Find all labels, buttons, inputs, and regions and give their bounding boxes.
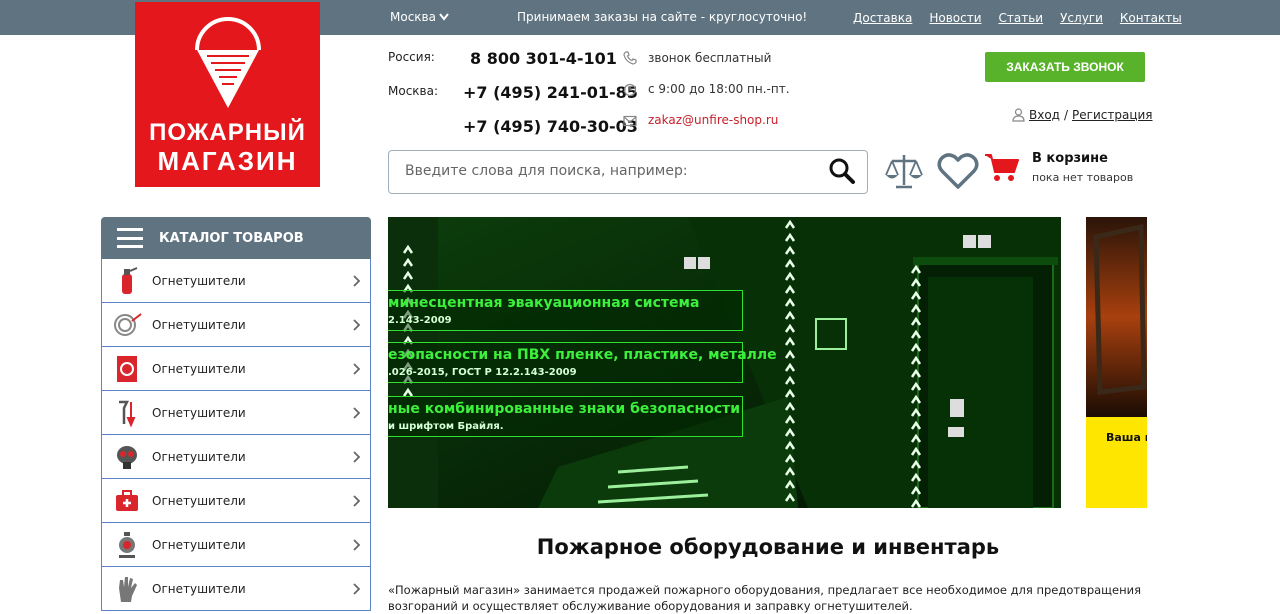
email-link[interactable]: zakaz@unfire-shop.ru (648, 113, 778, 127)
top-slogan: Принимаем заказы на сайте - круглосуточн… (517, 10, 808, 24)
catalog-title: КАТАЛОГ ТОВАРОВ (159, 230, 304, 246)
city-label: Москва (390, 10, 436, 24)
phone-icon (623, 51, 637, 65)
first-aid-kit-icon (102, 479, 152, 523)
moscow-label: Москва: (388, 84, 439, 98)
chevron-right-icon (353, 539, 361, 551)
gas-mask-icon (102, 435, 152, 479)
work-hours-text: с 9:00 до 18:00 пн.-пт. (648, 82, 790, 96)
cart-status: пока нет товаров (1032, 171, 1134, 184)
intro-paragraph: «Пожарный магазин» занимается продажей п… (388, 583, 1142, 613)
fire-cabinet-icon (102, 347, 152, 391)
fire-tools-icon (102, 391, 152, 435)
catalog-item[interactable]: Огнетушители (101, 567, 371, 611)
login-link[interactable]: Вход (1029, 108, 1060, 122)
promo-title: минесцентная эвакуационная система (388, 295, 700, 311)
logo-text-line1: ПОЖАРНЫЙ (149, 119, 306, 146)
logo-text-line2: МАГАЗИН (157, 146, 298, 176)
auth-links: Вход / Регистрация (1012, 108, 1153, 122)
catalog-header[interactable]: КАТАЛОГ ТОВАРОВ (101, 217, 371, 259)
russia-label: Россия: (388, 50, 435, 64)
side-banner[interactable]: Ваша н (1086, 217, 1147, 508)
hero-banner[interactable]: минесцентная эвакуационная система 2.143-… (388, 217, 1061, 508)
search-button[interactable] (822, 151, 862, 191)
chevron-right-icon (353, 583, 361, 595)
catalog-item-label: Огнетушители (152, 273, 246, 288)
catalog-item-label: Огнетушители (152, 449, 246, 464)
catalog-item[interactable]: Огнетушители (101, 347, 371, 391)
free-call-text: звонок бесплатный (648, 51, 772, 65)
logo-cone-icon (195, 17, 261, 108)
side-banner-background (1086, 217, 1147, 508)
catalog-item-label: Огнетушители (152, 537, 246, 552)
clock-icon (623, 83, 637, 97)
cart-title[interactable]: В корзине (1032, 151, 1108, 166)
nav-contacts-link[interactable]: Контакты (1120, 11, 1182, 25)
catalog-menu: КАТАЛОГ ТОВАРОВ Огнетушители Огнетушители… (101, 217, 371, 611)
catalog-item-label: Огнетушители (152, 581, 246, 596)
register-link[interactable]: Регистрация (1072, 108, 1152, 122)
hamburger-icon (117, 228, 143, 248)
favorites-heart-icon[interactable] (937, 152, 979, 190)
promo-title: езопасности на ПВХ пленке, пластике, мет… (388, 347, 777, 363)
search-input[interactable] (405, 163, 805, 179)
catalog-item-label: Огнетушители (152, 493, 246, 508)
top-nav: Доставка Новости Статьи Услуги Контакты (853, 11, 1182, 25)
promo-subtitle: и шрифтом Брайля. (388, 421, 504, 432)
auth-separator: / (1063, 108, 1069, 122)
fire-extinguisher-icon (102, 259, 152, 303)
order-call-button[interactable]: ЗАКАЗАТЬ ЗВОНОК (985, 52, 1145, 82)
promo-subtitle: 2.143-2009 (388, 315, 452, 326)
fire-alarm-icon (102, 523, 152, 567)
russia-phone[interactable]: 8 800 301-4-101 (470, 49, 617, 68)
catalog-item[interactable]: Огнетушители (101, 523, 371, 567)
catalog-item[interactable]: Огнетушители (101, 391, 371, 435)
promo-title: ные комбинированные знаки безопасности (388, 401, 741, 417)
side-banner-text: Ваша н (1106, 431, 1147, 444)
promo-subtitle: .026-2015, ГОСТ Р 12.2.143-2009 (388, 367, 577, 378)
banner-promo-box: езопасности на ПВХ пленке, пластике, мет… (388, 342, 777, 383)
banner-promo-box: минесцентная эвакуационная система 2.143-… (388, 290, 743, 331)
fire-hose-icon (102, 303, 152, 347)
nav-news-link[interactable]: Новости (929, 11, 981, 25)
site-logo[interactable]: ПОЖАРНЫЙ МАГАЗИН (135, 2, 320, 187)
chevron-right-icon (353, 363, 361, 375)
chevron-right-icon (353, 319, 361, 331)
catalog-item-label: Огнетушители (152, 405, 246, 420)
compare-scales-icon[interactable] (884, 151, 924, 191)
catalog-item-label: Огнетушители (152, 317, 246, 332)
page-heading: Пожарное оборудование и инвентарь (536, 535, 1000, 559)
nav-delivery-link[interactable]: Доставка (853, 11, 912, 25)
catalog-item[interactable]: Огнетушители (101, 259, 371, 303)
user-icon (1012, 108, 1025, 122)
search-box (388, 150, 868, 194)
chevron-right-icon (353, 275, 361, 287)
nav-articles-link[interactable]: Статьи (999, 11, 1044, 25)
search-icon (829, 158, 855, 184)
catalog-item[interactable]: Огнетушители (101, 435, 371, 479)
banner-promo-box: ные комбинированные знаки безопасности и … (388, 396, 743, 437)
catalog-item-label: Огнетушители (152, 361, 246, 376)
chevron-right-icon (353, 451, 361, 463)
cart-icon[interactable] (984, 152, 1020, 184)
moscow-phone-1[interactable]: +7 (495) 241-01-85 (463, 83, 638, 102)
chevron-right-icon (353, 407, 361, 419)
moscow-phone-2[interactable]: +7 (495) 740-30-03 (463, 117, 638, 136)
catalog-item[interactable]: Огнетушители (101, 479, 371, 523)
city-selector[interactable]: Москва (390, 10, 449, 24)
nav-services-link[interactable]: Услуги (1060, 11, 1103, 25)
protective-glove-icon (102, 567, 152, 611)
mail-icon (623, 115, 637, 127)
catalog-item[interactable]: Огнетушители (101, 303, 371, 347)
chevron-right-icon (353, 495, 361, 507)
chevron-down-icon (439, 13, 449, 21)
